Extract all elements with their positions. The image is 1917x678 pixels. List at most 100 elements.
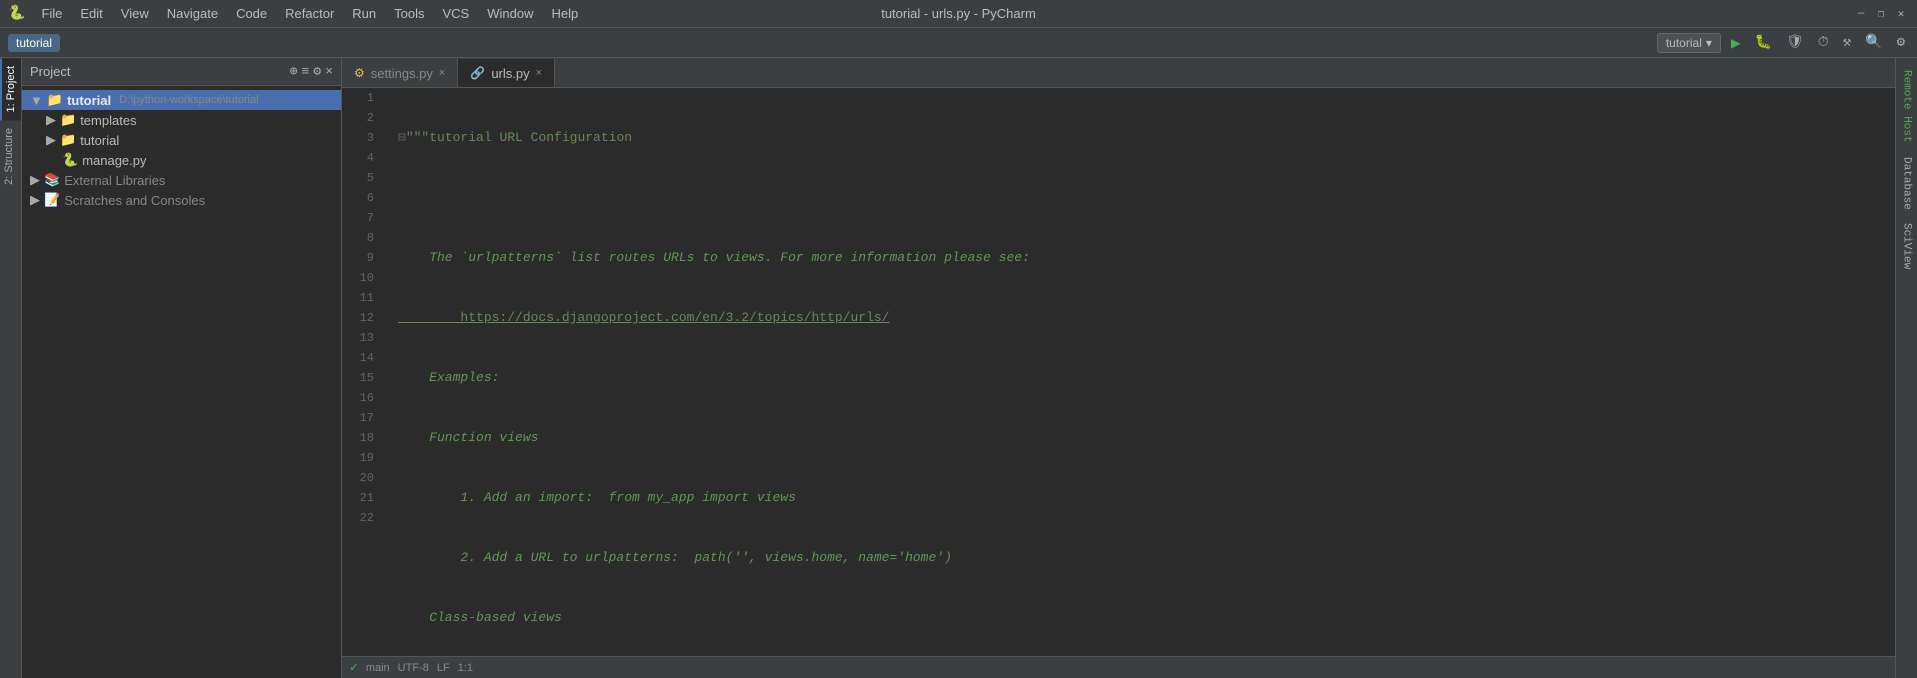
sidebar-item-project[interactable]: 1: Project bbox=[0, 58, 21, 120]
line-num-20: 20 bbox=[342, 468, 382, 488]
line-num-11: 11 bbox=[342, 288, 382, 308]
main-content: 1: Project 2: Structure Project ⊕ ≡ ⚙ × … bbox=[0, 58, 1917, 678]
menu-run[interactable]: Run bbox=[344, 4, 384, 23]
menu-navigate[interactable]: Navigate bbox=[159, 4, 226, 23]
expand-icon: ▶ bbox=[30, 192, 40, 208]
tree-label: Scratches and Consoles bbox=[64, 193, 205, 208]
code-line-9: Class-based views bbox=[398, 608, 1887, 628]
right-tab-sciview[interactable]: SciView bbox=[1899, 219, 1915, 273]
py-file-icon: 🐍 bbox=[62, 152, 78, 168]
menu-help[interactable]: Help bbox=[543, 4, 586, 23]
build-button[interactable]: ⚒ bbox=[1839, 32, 1855, 53]
line-num-10: 10 bbox=[342, 268, 382, 288]
status-git[interactable]: main bbox=[366, 662, 390, 674]
panel-toolbar: ⊕ ≡ ⚙ × bbox=[290, 64, 333, 79]
menu-tools[interactable]: Tools bbox=[386, 4, 432, 23]
gear-icon[interactable]: ⚙ bbox=[313, 64, 321, 79]
code-line-4: https://docs.djangoproject.com/en/3.2/to… bbox=[398, 308, 1887, 328]
left-sidebar-tabs: 1: Project 2: Structure bbox=[0, 58, 22, 678]
app-toolbar: tutorial tutorial ▾ ▶ 🐛 🛡 ⏱ ⚒ 🔍 ⚙ bbox=[0, 28, 1917, 58]
tree-item-manage[interactable]: 🐍 manage.py bbox=[22, 150, 341, 170]
tree-item-external-libs[interactable]: ▶ 📚 External Libraries bbox=[22, 170, 341, 190]
project-panel: Project ⊕ ≡ ⚙ × ▼ 📁 tutorial D:\python-w… bbox=[22, 58, 342, 678]
title-bar: 🐍 File Edit View Navigate Code Refactor … bbox=[0, 0, 1917, 28]
line-num-3: 3 bbox=[342, 128, 382, 148]
tree-item-root[interactable]: ▼ 📁 tutorial D:\python-workspace\tutoria… bbox=[22, 90, 341, 110]
panel-title: Project bbox=[30, 64, 284, 79]
tab-settings[interactable]: ⚙ settings.py × bbox=[342, 59, 458, 87]
right-tab-database[interactable]: Database bbox=[1899, 153, 1915, 214]
coverage-button[interactable]: 🛡 bbox=[1782, 32, 1808, 53]
close-button[interactable]: ✕ bbox=[1893, 6, 1909, 22]
collapse-icon[interactable]: ≡ bbox=[302, 64, 310, 79]
menu-edit[interactable]: Edit bbox=[72, 4, 110, 23]
settings-button[interactable]: ⚙ bbox=[1893, 32, 1909, 53]
editor-area: ⚙ settings.py × 🔗 urls.py × 1 2 3 4 5 6 … bbox=[342, 58, 1895, 678]
run-button[interactable]: ▶ bbox=[1727, 31, 1745, 55]
line-num-13: 13 bbox=[342, 328, 382, 348]
line-num-17: 17 bbox=[342, 408, 382, 428]
code-line-7: 1. Add an import: from my_app import vie… bbox=[398, 488, 1887, 508]
window-title: tutorial - urls.py - PyCharm bbox=[881, 6, 1036, 21]
right-tab-remote-host[interactable]: Remote Host bbox=[1899, 66, 1915, 147]
code-content[interactable]: ⊟"""tutorial URL Configuration The `urlp… bbox=[390, 88, 1895, 656]
tab-settings-label: settings.py bbox=[371, 66, 433, 81]
urls-file-icon: 🔗 bbox=[470, 66, 485, 80]
code-line-3: The `urlpatterns` list routes URLs to vi… bbox=[398, 248, 1887, 268]
library-icon: 📚 bbox=[44, 172, 60, 188]
sidebar-item-structure[interactable]: 2: Structure bbox=[0, 120, 21, 193]
line-num-7: 7 bbox=[342, 208, 382, 228]
code-editor[interactable]: 1 2 3 4 5 6 7 8 9 10 11 12 13 14 15 16 1… bbox=[342, 88, 1895, 656]
status-check-icon: ✓ bbox=[350, 660, 358, 675]
line-num-8: 8 bbox=[342, 228, 382, 248]
scratch-icon: 📝 bbox=[44, 192, 60, 208]
maximize-button[interactable]: ❐ bbox=[1873, 6, 1889, 22]
tab-settings-close[interactable]: × bbox=[439, 67, 445, 79]
debug-button[interactable]: 🐛 bbox=[1751, 32, 1776, 53]
tree-item-scratches[interactable]: ▶ 📝 Scratches and Consoles bbox=[22, 190, 341, 210]
title-bar-left: 🐍 File Edit View Navigate Code Refactor … bbox=[8, 4, 586, 23]
add-icon[interactable]: ⊕ bbox=[290, 64, 298, 79]
tree-item-templates[interactable]: ▶ 📁 templates bbox=[22, 110, 341, 130]
close-panel-icon[interactable]: × bbox=[325, 64, 333, 79]
line-num-21: 21 bbox=[342, 488, 382, 508]
menu-bar: File Edit View Navigate Code Refactor Ru… bbox=[33, 4, 586, 23]
status-encoding[interactable]: UTF-8 bbox=[398, 662, 429, 674]
menu-file[interactable]: File bbox=[33, 4, 70, 23]
status-line-separator[interactable]: LF bbox=[437, 662, 450, 674]
line-num-5: 5 bbox=[342, 168, 382, 188]
tree-item-tutorial-folder[interactable]: ▶ 📁 tutorial bbox=[22, 130, 341, 150]
line-numbers: 1 2 3 4 5 6 7 8 9 10 11 12 13 14 15 16 1… bbox=[342, 88, 390, 656]
tree-label: templates bbox=[80, 113, 136, 128]
menu-view[interactable]: View bbox=[113, 4, 157, 23]
menu-code[interactable]: Code bbox=[228, 4, 275, 23]
expand-icon: ▶ bbox=[46, 132, 56, 148]
settings-file-icon: ⚙ bbox=[354, 66, 365, 80]
expand-icon: ▶ bbox=[46, 112, 56, 128]
menu-refactor[interactable]: Refactor bbox=[277, 4, 342, 23]
status-bar: ✓ main UTF-8 LF 1:1 bbox=[342, 656, 1895, 678]
line-num-22: 22 bbox=[342, 508, 382, 528]
profile-button[interactable]: ⏱ bbox=[1814, 33, 1833, 53]
line-num-19: 19 bbox=[342, 448, 382, 468]
code-line-1: ⊟"""tutorial URL Configuration bbox=[398, 128, 1887, 148]
status-position[interactable]: 1:1 bbox=[458, 662, 473, 674]
tree-label: manage.py bbox=[82, 153, 146, 168]
minimize-button[interactable]: — bbox=[1853, 6, 1869, 22]
toolbar-right: tutorial ▾ ▶ 🐛 🛡 ⏱ ⚒ 🔍 ⚙ bbox=[1657, 31, 1909, 55]
menu-window[interactable]: Window bbox=[479, 4, 541, 23]
run-config-label: tutorial bbox=[1666, 36, 1702, 50]
line-num-16: 16 bbox=[342, 388, 382, 408]
tab-urls-label: urls.py bbox=[491, 66, 529, 81]
menu-vcs[interactable]: VCS bbox=[435, 4, 478, 23]
run-config-dropdown[interactable]: tutorial ▾ bbox=[1657, 33, 1721, 53]
tab-urls[interactable]: 🔗 urls.py × bbox=[458, 59, 555, 87]
tree-label: tutorial bbox=[80, 133, 119, 148]
search-everywhere-button[interactable]: 🔍 bbox=[1861, 32, 1886, 53]
line-num-2: 2 bbox=[342, 108, 382, 128]
line-num-14: 14 bbox=[342, 348, 382, 368]
file-tree: ▼ 📁 tutorial D:\python-workspace\tutoria… bbox=[22, 86, 341, 678]
panel-header: Project ⊕ ≡ ⚙ × bbox=[22, 58, 341, 86]
tab-urls-close[interactable]: × bbox=[536, 67, 542, 79]
code-line-2 bbox=[398, 188, 1887, 208]
